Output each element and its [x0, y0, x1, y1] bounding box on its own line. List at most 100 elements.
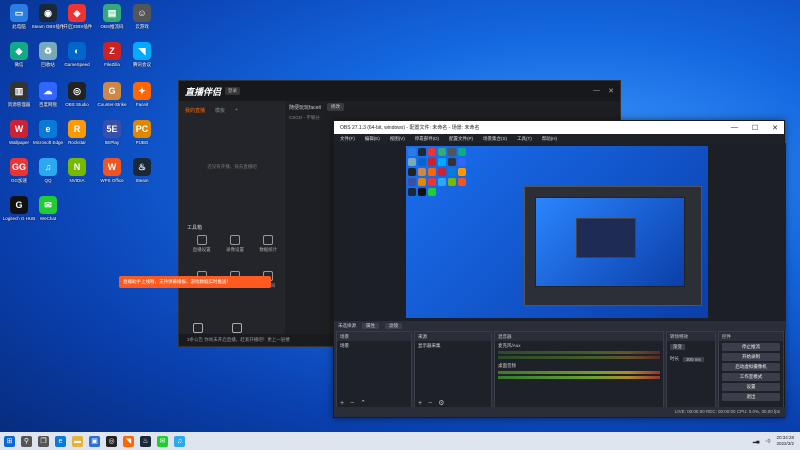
obs-menu-item[interactable]: 配置文件(P) [449, 134, 473, 143]
obs-menu-item[interactable]: 工具(T) [517, 134, 532, 143]
obs-preview[interactable] [334, 143, 786, 321]
close-icon[interactable]: ✕ [608, 87, 614, 95]
mixer-header: 混音器 [495, 332, 663, 341]
app-icon: PC [133, 120, 151, 138]
tool-item[interactable]: 录像设置 [218, 235, 251, 253]
obs-menu-item[interactable]: 视图(V) [390, 134, 405, 143]
desktop-icon[interactable]: ◈ (开启)OBS插件 [60, 4, 94, 29]
app-icon: ✦ [133, 82, 151, 100]
preview-mini-icon [438, 158, 446, 166]
preview-mini-icon [458, 168, 466, 176]
start-recording-button[interactable]: 开始录制 [722, 353, 780, 361]
app-icon: ▭ [10, 4, 28, 22]
tab-add[interactable]: + [235, 107, 238, 114]
obs-menu-item[interactable]: 停靠部件(D) [415, 134, 439, 143]
virtual-camera-button[interactable]: 启动虚拟摄像机 [722, 363, 780, 371]
mixer-dock: 混音器 麦克风/Aux 桌面音频 [494, 331, 664, 409]
desktop-icon[interactable]: ◥ 腾讯会议 [125, 42, 159, 67]
obs-menu-item[interactable]: 场景集合(S) [483, 134, 507, 143]
mic-channel-label: 麦克风/Aux [498, 343, 521, 348]
desktop-icon-label: WeChat [39, 216, 57, 221]
search-icon[interactable]: ⚲ [21, 435, 32, 447]
desktop-icon[interactable]: ▤ OBS推流码 [95, 4, 129, 29]
steam-icon[interactable]: ♨ [140, 435, 151, 447]
desktop-icon[interactable]: Z FileZilla [95, 42, 129, 67]
source-item[interactable]: 显示器采集 [415, 341, 491, 351]
taskbar: ⊞ ⚲ ❐ e ▬ ▣ ◎ ◥ ♨ ✉ ♫ ▂▄ ◁) 20:34:28 2022/3/2 [0, 432, 800, 450]
explorer-icon[interactable]: ▬ [72, 435, 83, 447]
obs-menu-item[interactable]: 编辑(E) [365, 134, 380, 143]
desktop-icon[interactable]: ◎ OBS Studio [60, 82, 94, 107]
maximize-icon[interactable]: ☐ [752, 124, 758, 132]
nested-obs-preview [524, 186, 702, 306]
app-icon: W [103, 158, 121, 176]
app-icon: W [10, 120, 28, 138]
transition-type[interactable]: 渐变 [667, 341, 715, 353]
login-badge[interactable]: 登录 [225, 87, 241, 95]
app-icon: ◎ [68, 82, 86, 100]
exit-button[interactable]: 退出 [722, 393, 780, 401]
desktop-icon[interactable]: N NVIDIA [60, 158, 94, 183]
edit-room-button[interactable]: 修改 [326, 103, 344, 111]
preview-mini-icon [458, 148, 466, 156]
douyu-tabs: 我的直播 模板 + [179, 101, 285, 120]
tool-item[interactable]: 直播设置 [185, 235, 218, 253]
promo-tooltip[interactable]: 直播助手上线啦，支持弹幕播报、游戏数据实时推送！ [119, 276, 271, 288]
qq-icon[interactable]: ♫ [174, 435, 185, 447]
desktop-icon[interactable]: G Counter-Strike [95, 82, 129, 107]
obs-icon[interactable]: ◎ [106, 435, 117, 447]
douyu-logo: 直播伴侣 [185, 86, 222, 97]
preview-desktop-capture [406, 146, 708, 318]
desktop-icon[interactable]: 5E 5EPlay [95, 120, 129, 145]
douyu-icon[interactable]: ◥ [123, 435, 134, 447]
settings-button[interactable]: 设置 [722, 383, 780, 391]
volume-icon[interactable]: ◁) [766, 438, 771, 444]
tool-label: 数据统计 [259, 247, 278, 252]
tab-template[interactable]: 模板 [215, 107, 225, 114]
system-tray: ▂▄ ◁) 20:34:28 2022/3/2 [753, 435, 800, 447]
network-icon[interactable]: ▂▄ [753, 438, 760, 444]
edge-icon[interactable]: e [55, 435, 66, 447]
app-icon: Z [103, 42, 121, 60]
minimize-icon[interactable]: — [593, 87, 600, 95]
desktop-icon[interactable]: ♨ Steam [125, 158, 159, 183]
task-view-icon[interactable]: ❐ [38, 435, 49, 447]
preview-mini-icon [428, 178, 436, 186]
tool-icon [229, 235, 240, 245]
tool-item[interactable]: 数据统计 [252, 235, 285, 253]
taskbar-icons: ⊞ ⚲ ❐ e ▬ ▣ ◎ ◥ ♨ ✉ ♫ [4, 435, 191, 447]
windows-start-icon[interactable]: ⊞ [4, 435, 15, 447]
minimize-icon[interactable]: — [731, 124, 738, 132]
preview-mini-icon [428, 158, 436, 166]
desktop-audio-meter [498, 376, 660, 379]
desktop-icon[interactable]: W WPS Office [95, 158, 129, 183]
scenes-dock: 场景 场景 + − ⌃ [336, 331, 412, 409]
app-icon: ◉ [39, 4, 57, 22]
desktop-icon[interactable]: ✉ WeChat [31, 196, 65, 221]
studio-mode-button[interactable]: 工作室模式 [722, 373, 780, 381]
stop-streaming-button[interactable]: 停止推流 [722, 343, 780, 351]
obs-menu-item[interactable]: 帮助(H) [542, 134, 557, 143]
empty-hint: 还没有开播，快去直播吧 [207, 164, 257, 169]
obs-menu-item[interactable]: 文件(F) [340, 134, 355, 143]
window-controls: — ✕ [593, 87, 614, 95]
duration-input[interactable]: 300 ms [683, 356, 704, 362]
date: 2022/3/2 [776, 441, 794, 446]
desktop-icon[interactable]: PC PUBG [125, 120, 159, 145]
wechat-icon[interactable]: ✉ [157, 435, 168, 447]
app-icon: ◆ [10, 42, 28, 60]
close-icon[interactable]: ✕ [772, 124, 778, 132]
filters-button[interactable]: 滤镜 [385, 323, 402, 329]
desktop-icon[interactable]: ✦ Faceit [125, 82, 159, 107]
obs-window: OBS 27.1.3 (64-bit, windows) - 配置文件: 未命名… [333, 120, 786, 418]
properties-button[interactable]: 属性 [362, 323, 379, 329]
clock[interactable]: 20:34:28 2022/3/2 [776, 435, 794, 447]
scene-item[interactable]: 场景 [337, 341, 411, 351]
store-icon[interactable]: ▣ [89, 435, 100, 447]
desktop-icon[interactable]: R Rockstar [60, 120, 94, 145]
preview-mini-icon [418, 178, 426, 186]
desktop-icon[interactable]: ☺ 云游戏 [125, 4, 159, 29]
tab-my-live[interactable]: 我的直播 [185, 107, 205, 114]
transition-select[interactable]: 渐变 [670, 344, 685, 350]
desktop-icon[interactable]: ◐ GameSpeed [60, 42, 94, 67]
